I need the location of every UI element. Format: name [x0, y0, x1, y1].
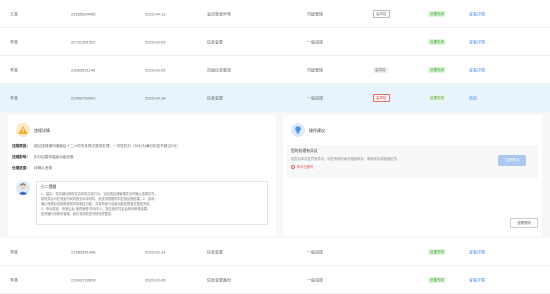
table-row[interactable]: 李某 21993733928 2023-02-06 信息变更备份 一般违规 处置… [0, 266, 550, 294]
reason-text: 超过违规操作阈值后十二小时内未再次登录处理，一次性扣分（50分为满分扣至不超过0… [34, 144, 181, 148]
status-badge: 处置完成 [428, 248, 446, 255]
status-badge: 处置完成 [428, 10, 446, 17]
assistant-title: 小二提醒 [41, 185, 57, 189]
reason-label: 违规原因： [12, 144, 30, 148]
warning-icon [16, 123, 30, 137]
id-cell: 23083621146 [71, 67, 96, 72]
event-cell: 信息变更 [207, 95, 223, 101]
appeal-button[interactable]: 立即申诉 [498, 155, 526, 166]
view-details-link[interactable]: 查看详情 [469, 277, 485, 282]
assistant-avatar [16, 181, 30, 195]
suggestion-card: 操作建议 您的处理有异议 如您对本次处罚有异议，请在有效时间内提起申诉，审核成功… [283, 115, 542, 236]
name-cell: 李某 [10, 249, 18, 254]
impact-text: 扣分后暂停高级功能权限 [34, 155, 74, 159]
assistant-line: 若有异议可在规定时间内提交申诉材料，系统将根据材料复核处理结果。2、影响： [41, 197, 158, 201]
appeal-timeout-text: 申诉已超时 [297, 164, 314, 169]
assistant-line: 3、申诉渠道：商家后台-违规管理-申诉中心，提交相关凭证后等待审核结果。 [41, 207, 151, 211]
collapse-link[interactable]: 收起 [469, 96, 477, 101]
assistant-bubble: 小二提醒 1、建议：您店铺近期存在高风险交易行为，请加强店铺管理并及时确认违规情… [36, 181, 268, 225]
clock-icon [291, 165, 295, 169]
date-cell: 2023-03-25 [145, 67, 166, 72]
table-row[interactable]: 李某 23083621146 2023-03-25 页面信息篡改 市级管理 高风… [0, 56, 550, 84]
appeal-box-title: 您的处理有异议 [291, 149, 318, 153]
name-cell: 王某 [10, 11, 18, 16]
id-cell: 23185634456 [71, 11, 96, 16]
status-badge: 处置完成 [428, 95, 446, 101]
assistant-line: 1、建议：您店铺近期存在高风险交易行为，请加强店铺管理并及时确认违规情况， [41, 192, 158, 196]
impact-label: 违规影响： [12, 155, 30, 159]
appeal-box: 您的处理有异议 如您对本次处罚有异议，请在有效时间内提起申诉，审核成功将撤销处罚… [287, 145, 538, 179]
assistant-line: 确认违规后将按照规则扣除相应分数，并暂停部分高级功能权限直至整改完成。 [41, 202, 153, 206]
view-details-link[interactable]: 查看详情 [469, 249, 485, 254]
table-row[interactable]: 李某 22731351922 2023-03-25 信息变更 一般违规 处置完成… [0, 28, 550, 56]
risk-badge: 高风险 [373, 66, 388, 73]
status-badge: 处置完成 [428, 66, 446, 73]
name-cell: 李某 [10, 95, 18, 101]
violation-details-card: 违规详情 违规原因： 超过违规操作阈值后十二小时内未再次登录处理，一次性扣分（5… [8, 115, 276, 236]
view-details-link[interactable]: 查看详情 [469, 11, 485, 16]
event-cell: 信息变更备份 [207, 277, 231, 282]
appeal-box-text: 如您对本次处罚有异议，请在有效时间内提起申诉，审核成功将撤销处罚。 [291, 157, 400, 161]
detail-panel: 违规详情 违规原因： 超过违规操作阈值后十二小时内未再次登录处理，一次性扣分（5… [0, 112, 550, 238]
event-cell: 页面信息篡改 [207, 67, 231, 72]
id-cell: 21983341448 [71, 249, 96, 254]
date-cell: 2023-04-13 [145, 11, 166, 16]
rule-cell: 一般违规 [307, 39, 323, 44]
id-cell: 22459750992 [71, 95, 96, 101]
id-cell: 22731351922 [71, 39, 96, 44]
event-cell: 信息变更 [207, 39, 223, 44]
progress-label: 处理进度： [12, 166, 30, 170]
view-rules-button[interactable]: 查看规则 [510, 218, 538, 228]
view-details-link[interactable]: 查看详情 [469, 67, 485, 72]
name-cell: 李某 [10, 67, 18, 72]
rule-cell: 市级管理 [307, 67, 323, 72]
id-cell: 21993733928 [71, 277, 96, 282]
event-cell: 信息变更 [207, 249, 223, 254]
event-cell: 会员登录异常 [207, 11, 231, 16]
date-cell: 2023-02-06 [145, 277, 166, 282]
table-row[interactable]: 李某 21983341448 2023-02-14 信息变更 一般违规 处置完成… [0, 238, 550, 266]
date-cell: 2023-03-25 [145, 39, 166, 44]
view-details-link[interactable]: 查看详情 [469, 39, 485, 44]
assistant-line: 如有疑问请联系客服，我们将协助您尽快完成整改。 [41, 212, 115, 216]
risk-badge: 高风险 [373, 94, 390, 102]
date-cell: 2023-02-14 [145, 249, 166, 254]
risk-badge: 高风险 [373, 9, 390, 18]
violation-details-title: 违规详情 [34, 128, 50, 133]
rule-cell: 市级管理 [307, 11, 323, 16]
name-cell: 李某 [10, 39, 18, 44]
table-row[interactable]: 王某 23185634456 2023-04-13 会员登录异常 市级管理 高风… [0, 0, 550, 28]
date-cell: 2023-04-18 [145, 95, 166, 101]
progress-text: 待确认违规 [34, 166, 52, 170]
suggestion-title: 操作建议 [309, 128, 325, 133]
table-row-expanded[interactable]: 李某 22459750992 2023-04-18 信息变更 一般违规 高风险 … [0, 84, 550, 112]
rule-cell: 一般违规 [307, 277, 323, 282]
rule-cell: 一般违规 [307, 249, 323, 254]
rule-cell: 一般违规 [307, 95, 323, 101]
status-badge: 处置完成 [428, 276, 446, 283]
name-cell: 李某 [10, 277, 18, 282]
status-badge: 处置完成 [428, 38, 446, 45]
lightbulb-icon [291, 123, 305, 137]
